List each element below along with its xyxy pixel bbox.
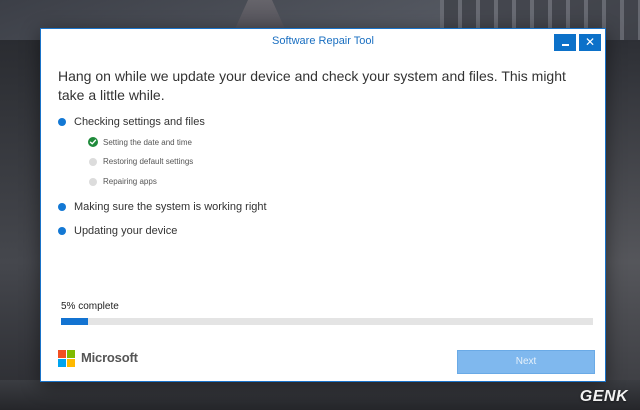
logo-square-blue bbox=[58, 359, 66, 367]
stage-label: Updating your device bbox=[74, 225, 178, 237]
progress-bar bbox=[61, 318, 593, 325]
pending-dot bbox=[89, 178, 97, 186]
stage-label: Checking settings and files bbox=[74, 116, 205, 128]
title-bar[interactable]: Software Repair Tool ✕ bbox=[41, 29, 605, 53]
stage-dot bbox=[58, 203, 66, 211]
logo-square-red bbox=[58, 350, 66, 358]
microsoft-logo-icon bbox=[58, 350, 75, 367]
pending-dot bbox=[89, 158, 97, 166]
minimize-icon bbox=[561, 44, 569, 46]
progress-bar-fill bbox=[61, 318, 88, 325]
substep-label: Restoring default settings bbox=[103, 157, 194, 166]
background-wall-left bbox=[0, 40, 40, 410]
desktop-background: Software Repair Tool ✕ Hang on while we … bbox=[0, 0, 640, 410]
logo-square-green bbox=[67, 350, 75, 358]
window-title: Software Repair Tool bbox=[272, 35, 374, 47]
background-wall-right bbox=[604, 40, 640, 410]
check-icon bbox=[88, 137, 98, 147]
logo-square-yellow bbox=[67, 359, 75, 367]
stage-dot bbox=[58, 227, 66, 235]
substep-label: Repairing apps bbox=[103, 177, 157, 186]
stage-label: Making sure the system is working right bbox=[74, 201, 267, 213]
close-button[interactable]: ✕ bbox=[579, 34, 601, 51]
brand-name: Microsoft bbox=[81, 350, 138, 365]
next-button[interactable]: Next bbox=[457, 350, 595, 374]
genk-watermark: GENK bbox=[579, 388, 628, 405]
stage-active-dot bbox=[58, 118, 66, 126]
close-icon: ✕ bbox=[584, 35, 596, 49]
background-floor bbox=[0, 380, 640, 410]
repair-tool-window: Software Repair Tool ✕ Hang on while we … bbox=[40, 28, 606, 382]
minimize-button[interactable] bbox=[554, 34, 576, 51]
status-headline: Hang on while we update your device and … bbox=[58, 68, 566, 103]
progress-label: 5% complete bbox=[61, 301, 119, 312]
substep-label: Setting the date and time bbox=[103, 138, 192, 147]
